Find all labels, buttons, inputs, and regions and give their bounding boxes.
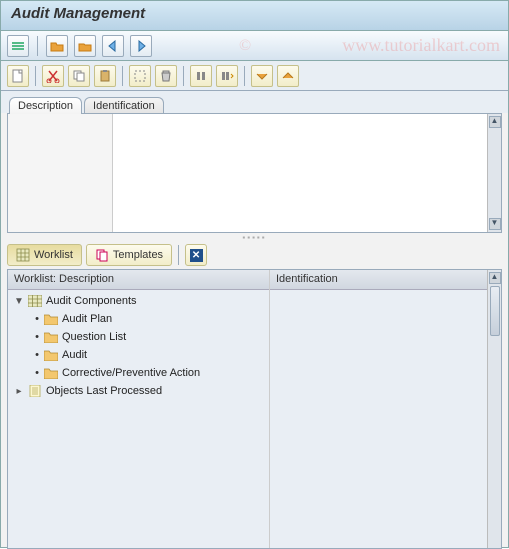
expand-toggle-icon[interactable]: ▼: [14, 296, 24, 307]
tree-node-corrective-action[interactable]: • Corrective/Preventive Action: [12, 364, 265, 382]
grid-icon: [28, 295, 42, 307]
bullet-icon: •: [34, 349, 40, 361]
forward-arrow-icon[interactable]: [130, 35, 152, 57]
folder-icon: [44, 313, 58, 325]
tree-header: Worklist: Description: [8, 270, 269, 290]
paste-icon[interactable]: [94, 65, 116, 87]
upper-tab-strip: Description Identification: [1, 91, 508, 113]
lower-scrollbar[interactable]: ▲: [487, 270, 501, 548]
expand-icon[interactable]: [251, 65, 273, 87]
close-icon: ✕: [190, 249, 203, 262]
app-title: Audit Management: [11, 5, 145, 22]
tree-body: ▼ Audit Components • Audit Plan • Questi…: [8, 290, 269, 402]
menu-button[interactable]: [7, 35, 29, 57]
upper-scrollbar[interactable]: ▲ ▼: [487, 114, 501, 232]
scroll-up-icon[interactable]: ▲: [489, 272, 501, 284]
cut-icon[interactable]: [42, 65, 64, 87]
delete-icon[interactable]: [155, 65, 177, 87]
tab-description[interactable]: Description: [9, 97, 82, 114]
tree-node-audit-plan[interactable]: • Audit Plan: [12, 310, 265, 328]
tree-label: Objects Last Processed: [46, 385, 162, 397]
app-frame: Audit Management © www.tutorialkart.com …: [0, 0, 509, 548]
collapse-icon[interactable]: [277, 65, 299, 87]
upper-description-column: [8, 114, 112, 232]
separator: [183, 66, 184, 86]
tree-label: Question List: [62, 331, 126, 343]
open-icon[interactable]: [46, 35, 68, 57]
separator: [244, 66, 245, 86]
scroll-thumb[interactable]: [490, 286, 500, 336]
copy-icon[interactable]: [68, 65, 90, 87]
find-next-icon[interactable]: [216, 65, 238, 87]
view-selector-row: Worklist Templates ✕: [1, 241, 508, 269]
tree-label: Audit: [62, 349, 87, 361]
menu-toolbar: [1, 31, 508, 61]
separator: [122, 66, 123, 86]
expand-toggle-icon[interactable]: ▸: [14, 386, 24, 397]
grid-icon: [16, 248, 30, 262]
lower-pane: Worklist: Description ▼ Audit Components…: [7, 269, 502, 549]
tree-node-audit-components[interactable]: ▼ Audit Components: [12, 292, 265, 310]
tree-label: Corrective/Preventive Action: [62, 367, 200, 379]
back-arrow-icon[interactable]: [102, 35, 124, 57]
folder-icon: [44, 349, 58, 361]
separator: [35, 66, 36, 86]
separator: [37, 36, 38, 56]
horizontal-splitter[interactable]: ▪▪▪▪▪: [1, 233, 508, 241]
tree-label: Audit Components: [46, 295, 137, 307]
identification-header: Identification: [270, 270, 487, 290]
separator: [178, 245, 179, 265]
tree-column: Worklist: Description ▼ Audit Components…: [8, 270, 270, 548]
folder-icon[interactable]: [74, 35, 96, 57]
document-icon: [28, 385, 42, 397]
folder-icon: [44, 367, 58, 379]
upper-pane: ▲ ▼: [7, 113, 502, 233]
tree-node-question-list[interactable]: • Question List: [12, 328, 265, 346]
tree-node-objects-last-processed[interactable]: ▸ Objects Last Processed: [12, 382, 265, 400]
find-icon[interactable]: [190, 65, 212, 87]
scroll-down-icon[interactable]: ▼: [489, 218, 501, 230]
folder-icon: [44, 331, 58, 343]
select-icon[interactable]: [129, 65, 151, 87]
upper-identification-column: [112, 114, 487, 232]
bullet-icon: •: [34, 313, 40, 325]
templates-label: Templates: [113, 249, 163, 261]
worklist-button[interactable]: Worklist: [7, 244, 82, 266]
tree-node-audit[interactable]: • Audit: [12, 346, 265, 364]
worklist-label: Worklist: [34, 249, 73, 261]
edit-toolbar: [1, 61, 508, 91]
scroll-up-icon[interactable]: ▲: [489, 116, 501, 128]
tree-label: Audit Plan: [62, 313, 112, 325]
title-bar: Audit Management: [1, 1, 508, 31]
templates-button[interactable]: Templates: [86, 244, 172, 266]
tab-identification[interactable]: Identification: [84, 97, 164, 114]
new-document-icon[interactable]: [7, 65, 29, 87]
identification-column: Identification: [270, 270, 487, 548]
bullet-icon: •: [34, 331, 40, 343]
close-button[interactable]: ✕: [185, 244, 207, 266]
bullet-icon: •: [34, 367, 40, 379]
templates-icon: [95, 248, 109, 262]
